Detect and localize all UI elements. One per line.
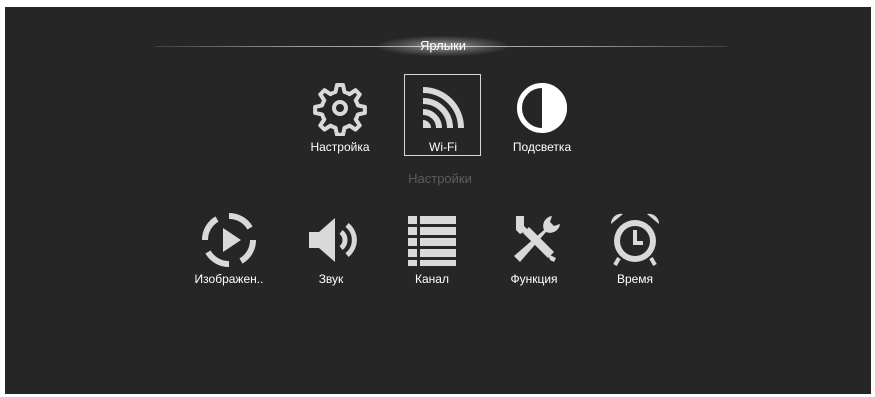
shortcut-backlight[interactable]: Подсветка (492, 78, 592, 158)
section-title: Настройки (408, 171, 472, 186)
setting-label: Время (616, 272, 654, 286)
shortcut-wifi[interactable]: Wi-Fi (393, 78, 493, 158)
setting-label: Канал (415, 272, 449, 286)
backlight-icon (517, 83, 567, 133)
header-title: Ярлыки (419, 38, 467, 53)
setting-sound[interactable]: Звук (281, 210, 381, 290)
shortcut-label: Wi-Fi (429, 140, 457, 154)
wifi-icon (422, 87, 464, 129)
setting-label: Звук (318, 272, 344, 286)
tv-screen (5, 7, 871, 394)
setting-time[interactable]: Время (585, 210, 685, 290)
setting-function[interactable]: Функция (484, 210, 584, 290)
setting-label: Функция (510, 272, 558, 286)
speaker-icon (309, 218, 357, 262)
picture-icon (201, 212, 257, 268)
gear-icon (313, 83, 367, 136)
alarm-clock-icon (610, 213, 660, 266)
shortcut-settings[interactable]: Настройка (290, 78, 390, 158)
setting-picture[interactable]: Изображен.. (179, 210, 279, 290)
shortcut-label: Подсветка (512, 140, 572, 154)
channel-list-icon (408, 216, 456, 266)
shortcut-label: Настройка (310, 140, 370, 154)
setting-label: Изображен.. (194, 272, 264, 286)
setting-channel[interactable]: Канал (382, 210, 482, 290)
tools-icon (514, 216, 560, 262)
